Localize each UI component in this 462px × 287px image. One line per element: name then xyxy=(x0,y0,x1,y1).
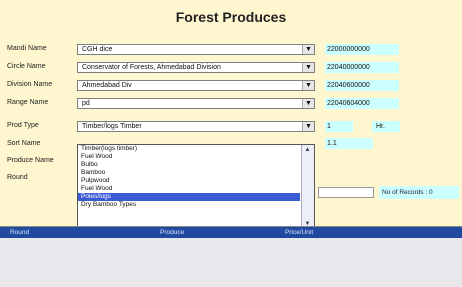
sort-name-label: Sort Name xyxy=(7,140,41,147)
grid-header: Round Produce Price/Unit xyxy=(0,227,462,238)
range-name-combo[interactable]: pd ▼ xyxy=(77,98,315,109)
prod-type-combo[interactable]: Timber/logs Timber ▼ xyxy=(77,121,315,132)
division-code: 22040600000 xyxy=(325,80,399,91)
mandi-name-label: Mandi Name xyxy=(7,45,47,52)
mandi-name-value: CGH dice xyxy=(82,46,113,53)
chevron-down-icon[interactable]: ▼ xyxy=(302,81,314,90)
division-name-label: Division Name xyxy=(7,81,53,88)
range-name-value: pd xyxy=(82,100,90,107)
unit-field: Hr. xyxy=(372,121,400,132)
list-item[interactable]: Fuel Wood xyxy=(78,153,300,161)
prod-type-dropdown-list[interactable]: Timber(logs timber) Fuel Wood Bulbo Bamb… xyxy=(77,144,315,230)
circle-code: 22040000000 xyxy=(325,62,399,73)
grid-header-price: Price/Unit xyxy=(285,229,314,236)
chevron-down-icon[interactable]: ▼ xyxy=(302,99,314,108)
circle-name-label: Circle Name xyxy=(7,63,46,70)
sort-code: 1.1 xyxy=(325,138,373,149)
produce-name-label: Produce Name xyxy=(7,157,54,164)
grid-header-round: Round xyxy=(10,229,30,236)
mandi-code: 22000000000 xyxy=(325,44,399,55)
circle-name-value: Conservator of Forests, Ahmedabad Divisi… xyxy=(82,64,221,71)
prod-type-value: Timber/logs Timber xyxy=(82,123,142,130)
chevron-down-icon[interactable]: ▼ xyxy=(302,122,314,131)
list-item[interactable]: Pulpwood xyxy=(78,177,300,185)
list-item[interactable]: Dry Bamboo Types xyxy=(78,201,300,209)
dropdown-scrollbar[interactable]: ▲ ▼ xyxy=(301,145,314,229)
range-code: 22040604000 xyxy=(325,98,399,109)
list-item[interactable]: Bamboo xyxy=(78,169,300,177)
round-label: Round xyxy=(7,174,28,181)
chevron-down-icon[interactable]: ▼ xyxy=(302,45,314,54)
grid-header-produce: Produce xyxy=(160,229,185,236)
list-item[interactable]: Fuel Wood xyxy=(78,185,300,193)
division-name-combo[interactable]: Ahmedabad Div ▼ xyxy=(77,80,315,91)
prod-type-label: Prod Type xyxy=(7,122,39,129)
records-count: No of Records : 0 xyxy=(379,186,459,199)
round-input[interactable] xyxy=(318,187,374,198)
chevron-down-icon[interactable]: ▼ xyxy=(302,63,314,72)
page-title: Forest Produces xyxy=(175,9,287,25)
prod-type-code: 1 xyxy=(325,121,353,132)
range-name-label: Range Name xyxy=(7,99,49,106)
list-item[interactable]: Bulbo xyxy=(78,161,300,169)
division-name-value: Ahmedabad Div xyxy=(82,82,132,89)
list-item[interactable]: Poles/logs xyxy=(78,193,300,201)
circle-name-combo[interactable]: Conservator of Forests, Ahmedabad Divisi… xyxy=(77,62,315,73)
mandi-name-combo[interactable]: CGH dice ▼ xyxy=(77,44,315,55)
records-grid[interactable]: Round Produce Price/Unit xyxy=(0,226,462,287)
list-item[interactable]: Timber(logs timber) xyxy=(78,145,300,153)
scroll-up-icon[interactable]: ▲ xyxy=(302,145,313,155)
